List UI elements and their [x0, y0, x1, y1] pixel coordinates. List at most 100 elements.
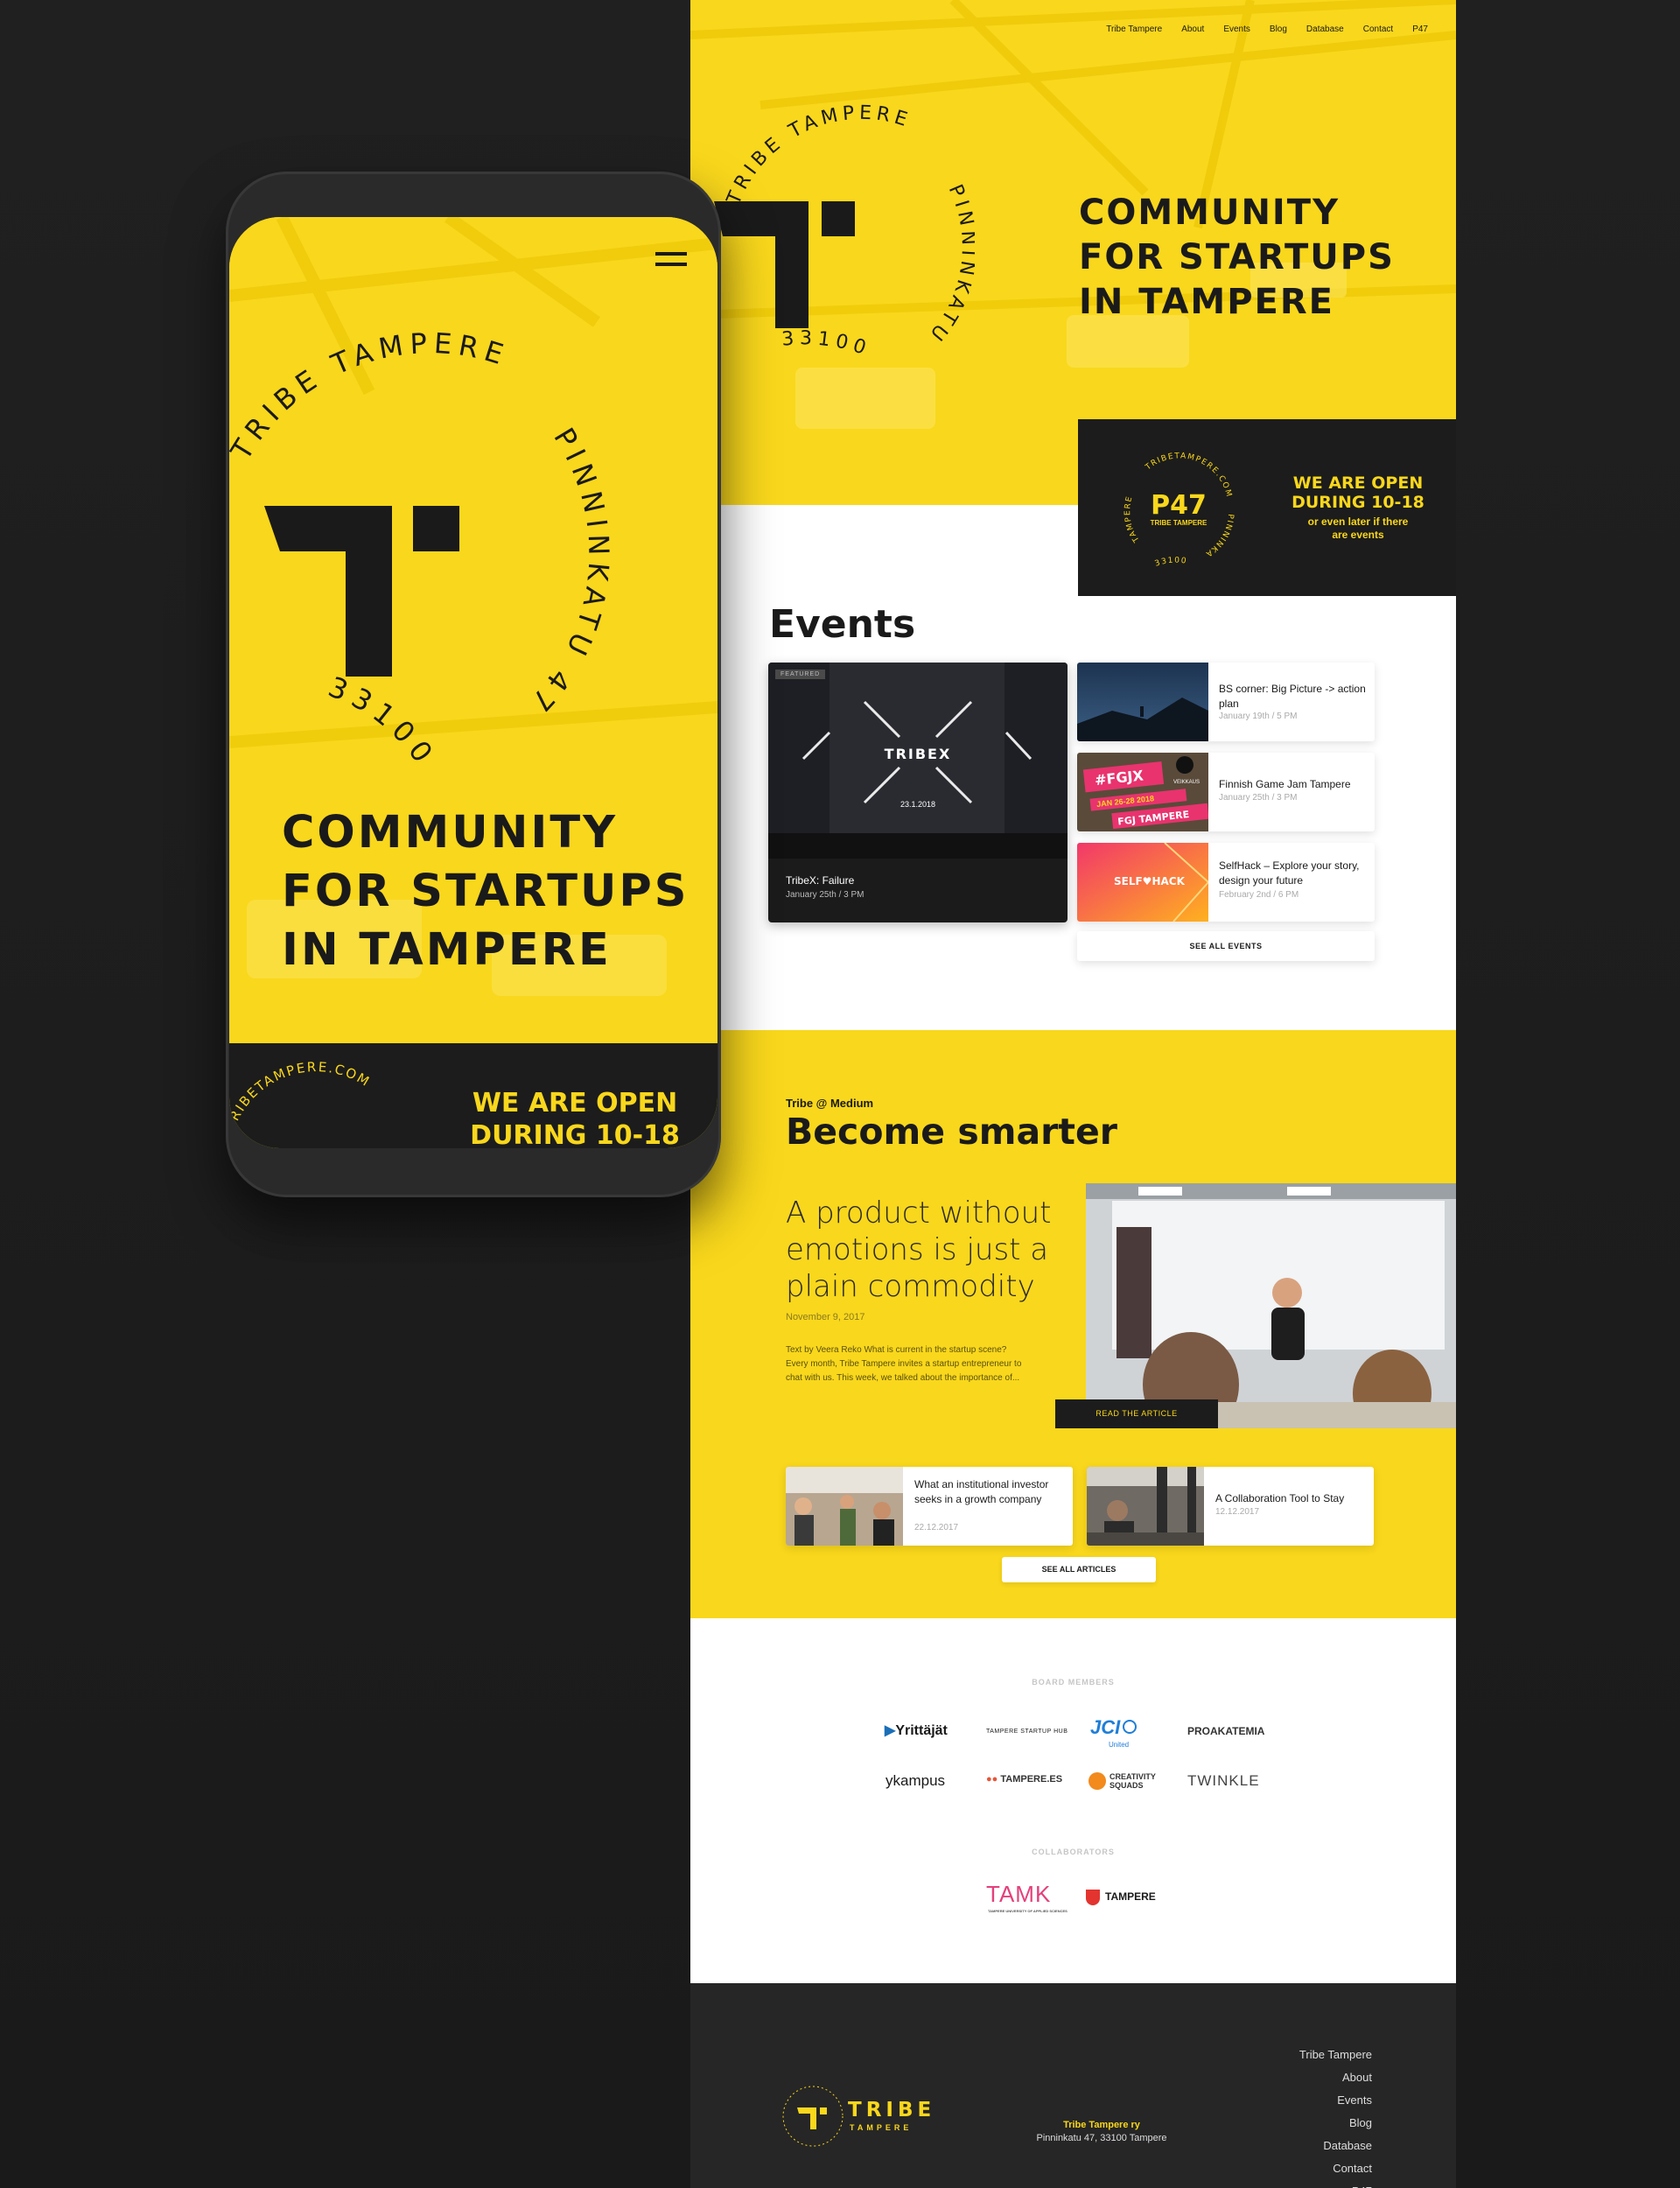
logo-twinkle[interactable]: TWINKLE: [1187, 1772, 1260, 1790]
event-title: Finnish Game Jam Tampere: [1219, 778, 1351, 790]
footer-link-blog[interactable]: Blog: [1299, 2112, 1372, 2135]
footer: TRIBE TAMPERE Tribe Tampere ry Pinninkat…: [690, 1983, 1456, 2188]
medium-heading: Become smarter: [786, 1111, 1117, 1153]
nav-blog[interactable]: Blog: [1270, 25, 1287, 34]
featured-event-image: TRIBEX 23.1.2018: [768, 663, 1068, 859]
article-thumbnail: [1087, 1467, 1204, 1546]
event-card[interactable]: SELF♥HACK SelfHack – Explore your story,…: [1077, 843, 1375, 922]
footer-address: Pinninkatu 47, 33100 Tampere: [1036, 2133, 1167, 2143]
jci-globe-icon: [1123, 1720, 1138, 1734]
phone-opening-hours: TRIBETAMPERE.COM WE ARE OPEN DURING 10-1…: [229, 1043, 718, 1148]
phone-open-line-2: DURING 10-18: [470, 1120, 680, 1148]
featured-article-photo: [1086, 1183, 1456, 1428]
phone-slogan-line-1: COMMUNITY: [282, 807, 619, 859]
open-note-1: or even later if there: [1307, 515, 1409, 528]
featured-article-excerpt: Text by Veera Reko What is current in th…: [786, 1345, 1022, 1383]
phone-brand-t-icon: [264, 506, 459, 677]
event-title: SelfHack – Explore your story, design yo…: [1219, 859, 1360, 887]
open-line-1: WE ARE OPEN: [1292, 473, 1424, 493]
event-card[interactable]: #FGJX JAN 26-28 2018 FGJ TAMPERE VEIKKAU…: [1077, 753, 1375, 831]
read-article-button[interactable]: READ THE ARTICLE: [1055, 1399, 1218, 1428]
footer-brand-sub: TAMPERE: [850, 2123, 913, 2132]
svg-text:33100: 33100: [314, 669, 455, 768]
event-date: January 19th / 5 PM: [1219, 712, 1298, 721]
desktop-mockup: Tribe Tampere About Events Blog Database…: [690, 0, 1456, 2188]
svg-text:TRIBE TAMPERE: TRIBE TAMPERE: [723, 102, 914, 209]
brand-t-icon: [714, 201, 855, 328]
fgj-banner-4: VEIKKAUS: [1173, 780, 1200, 785]
featured-event-title: TribeX: Failure: [786, 874, 855, 887]
phone-brand-circle-logo: TRIBE TAMPERE PINNINKATU 47 33100: [229, 326, 610, 768]
p47-badge: TRIBETAMPERE.COM PINNINKATU 47 TAMPERE 3…: [1113, 444, 1234, 569]
event-card[interactable]: BS corner: Big Picture -> action plan Ja…: [1077, 663, 1375, 741]
footer-link-about[interactable]: About: [1299, 2066, 1372, 2089]
svg-text:TAMPERE: TAMPERE: [1124, 494, 1142, 543]
slogan-line-2: FOR STARTUPS: [1079, 237, 1395, 277]
logo-tampere-city[interactable]: TAMPERE: [1086, 1890, 1156, 1905]
creativity-squads-icon: [1088, 1772, 1106, 1790]
logo-ykampus[interactable]: ykampus: [886, 1772, 945, 1790]
event-date: January 25th / 3 PM: [1219, 793, 1298, 803]
logo-tampere-es[interactable]: ●● TAMPERE.ES: [986, 1774, 1062, 1785]
article-date: 12.12.2017: [1215, 1507, 1260, 1517]
open-line-2: DURING 10-18: [1292, 493, 1424, 512]
article-card[interactable]: What an institutional investor seeks in …: [786, 1467, 1073, 1546]
open-note: or even later if there are events: [1270, 515, 1446, 542]
logo-tamk-sub: TAMPERE UNIVERSITY OF APPLIED SCIENCES: [988, 1909, 1068, 1913]
see-all-events-button[interactable]: SEE ALL EVENTS: [1077, 931, 1375, 961]
brand-circle-bottom-text: 33100: [780, 327, 873, 361]
footer-link-events[interactable]: Events: [1299, 2089, 1372, 2112]
logo-tampere-startup-hub[interactable]: TAMPERE STARTUP HUB: [986, 1729, 1068, 1735]
phone-circle-bottom-text: 33100: [314, 669, 455, 768]
tampere-city-text: TAMPERE: [1105, 1890, 1156, 1904]
svg-text:33100: 33100: [1154, 557, 1188, 569]
jci-text: JCI: [1090, 1716, 1121, 1738]
article-card[interactable]: A Collaboration Tool to Stay 12.12.2017: [1087, 1467, 1374, 1546]
nav-about[interactable]: About: [1181, 25, 1204, 34]
slogan-line-1: COMMUNITY: [1079, 193, 1340, 233]
see-all-articles-button[interactable]: SEE ALL ARTICLES: [1002, 1557, 1156, 1582]
featured-article-title[interactable]: A product without emotions is just a pla…: [786, 1195, 1057, 1305]
badge-zip: 33100: [1154, 557, 1188, 569]
nav-events[interactable]: Events: [1223, 25, 1250, 34]
logo-jci[interactable]: JCI: [1090, 1716, 1138, 1739]
article-date: 22.12.2017: [914, 1523, 959, 1532]
featured-event-card[interactable]: TRIBEX 23.1.2018 FEATURED TribeX: Failur…: [768, 663, 1068, 922]
nav-p47[interactable]: P47: [1412, 25, 1428, 34]
selfhack-banner: SELF♥HACK: [1114, 875, 1186, 887]
yrittajat-text: Yrittäjät: [895, 1723, 948, 1738]
nav-contact[interactable]: Contact: [1363, 25, 1393, 34]
badge-p47: P47: [1151, 490, 1207, 521]
event-title: BS corner: Big Picture -> action plan: [1219, 683, 1366, 710]
footer-link-tribe-tampere[interactable]: Tribe Tampere: [1299, 2044, 1372, 2066]
article-thumbnail: [786, 1467, 903, 1546]
footer-link-contact[interactable]: Contact: [1299, 2157, 1372, 2180]
badge-sub: TRIBE TAMPERE: [1151, 519, 1208, 527]
logo-creativity-squads[interactable]: CREATIVITY SQUADS: [1088, 1772, 1176, 1790]
svg-text:TRIBETAMPERE.COM: TRIBETAMPERE.COM: [229, 1059, 374, 1133]
slogan-line-3: IN TAMPERE: [1079, 282, 1334, 322]
svg-text:33100: 33100: [780, 327, 873, 361]
event-date: February 2nd / 6 PM: [1219, 890, 1299, 900]
yrittajat-mark-icon: ▶: [885, 1723, 896, 1738]
featured-image-date: 23.1.2018: [900, 800, 935, 809]
footer-link-p47[interactable]: P47: [1299, 2180, 1372, 2188]
nav-tribe-tampere[interactable]: Tribe Tampere: [1106, 25, 1162, 34]
phone-mockup: TRIBE TAMPERE PINNINKATU 47 33100 COMMUN…: [226, 172, 721, 1197]
featured-tag: FEATURED: [775, 670, 826, 679]
badge-city: TAMPERE: [1124, 494, 1140, 543]
nav-database[interactable]: Database: [1306, 25, 1344, 34]
phone-circle-right-text: PINNINKATU 47: [521, 422, 610, 722]
logo-yrittajat[interactable]: ▶Yrittäjät: [885, 1722, 948, 1739]
footer-link-database[interactable]: Database: [1299, 2135, 1372, 2157]
creativity-squads-text: CREATIVITY SQUADS: [1110, 1772, 1156, 1790]
svg-text:TRIBE TAMPERE: TRIBE TAMPERE: [229, 326, 513, 466]
logo-proakatemia[interactable]: PROAKATEMIA: [1187, 1725, 1264, 1737]
logo-jci-united: United: [1109, 1741, 1130, 1749]
phone-slogan-line-2: FOR STARTUPS: [282, 866, 690, 917]
events-heading: Events: [769, 602, 916, 647]
article-title: What an institutional investor seeks in …: [914, 1478, 1049, 1505]
footer-links: Tribe Tampere About Events Blog Database…: [1299, 2044, 1372, 2188]
logo-tamk[interactable]: TAMK: [986, 1881, 1051, 1908]
phone-screen: TRIBE TAMPERE PINNINKATU 47 33100 COMMUN…: [229, 217, 718, 1148]
